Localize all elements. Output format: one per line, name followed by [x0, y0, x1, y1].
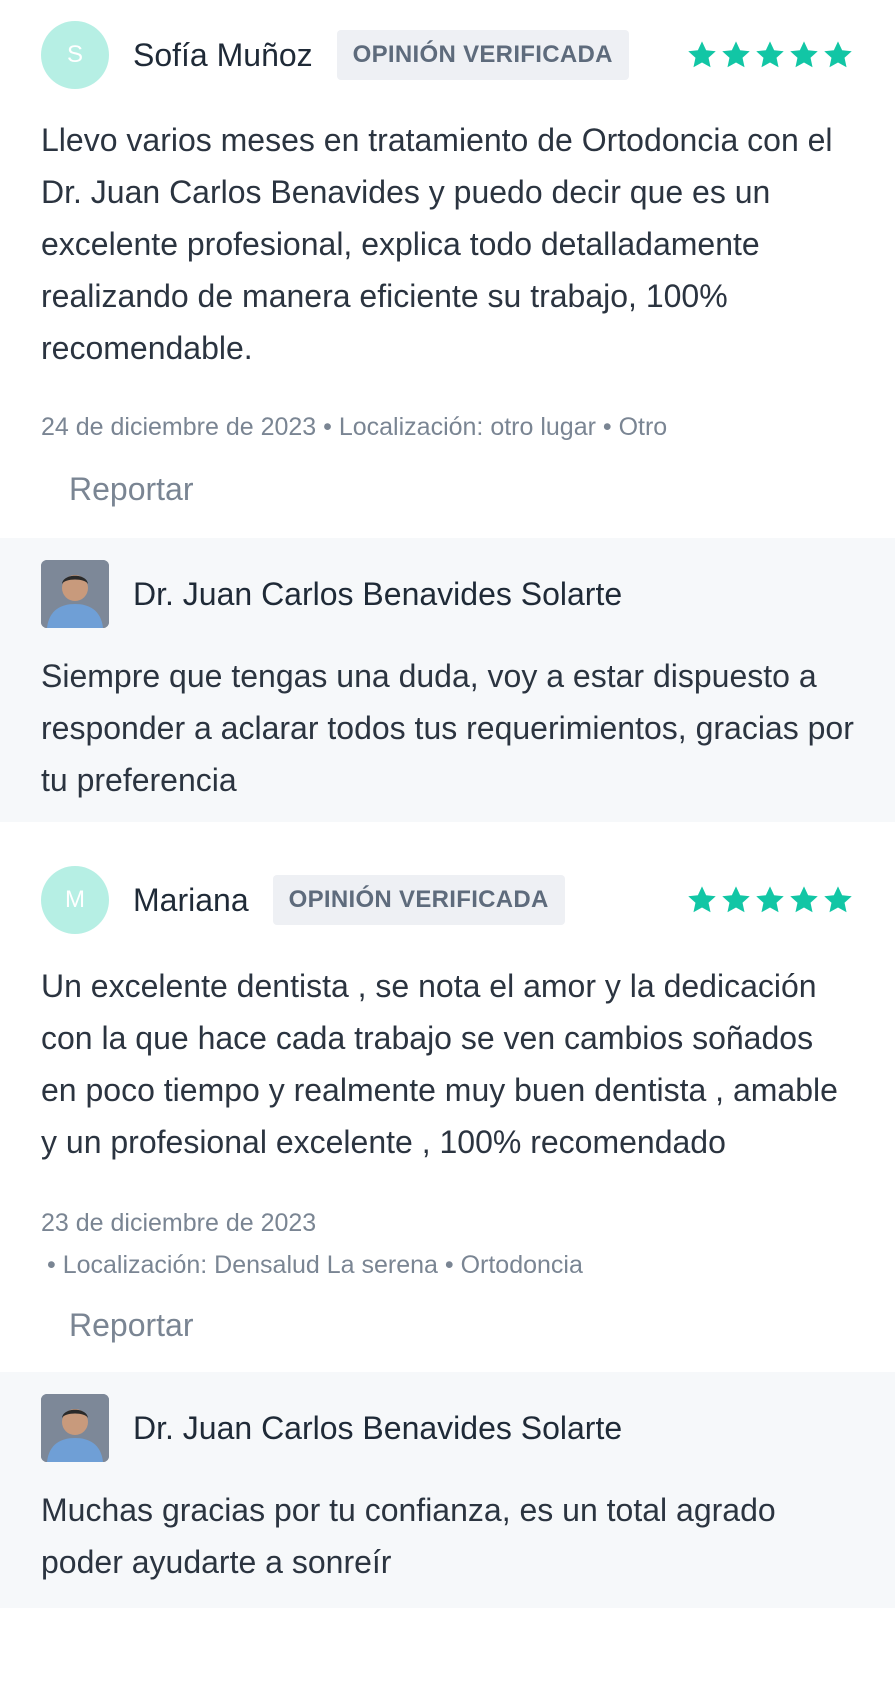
doctor-avatar	[41, 560, 109, 628]
star-icon	[722, 41, 750, 68]
review-author: Sofía Muñoz	[133, 36, 313, 73]
review-header: S Sofía Muñoz OPINIÓN VERIFICADA	[41, 19, 854, 91]
report-link[interactable]: Reportar	[69, 471, 194, 508]
reply-author: Dr. Juan Carlos Benavides Solarte	[133, 575, 623, 612]
review-text: Un excelente dentista , se nota el amor …	[41, 968, 838, 1160]
doctor-avatar	[41, 1394, 109, 1462]
doctor-photo-icon	[41, 560, 109, 628]
avatar: M	[41, 866, 109, 934]
doctor-reply: Dr. Juan Carlos Benavides Solarte Muchas…	[0, 1372, 895, 1608]
review-text: Llevo varios meses en tratamiento de Ort…	[41, 122, 833, 366]
review-meta: 23 de diciembre de 2023	[41, 1209, 317, 1237]
star-icon	[688, 41, 716, 68]
star-icon	[756, 886, 784, 913]
verified-badge: OPINIÓN VERIFICADA	[272, 875, 565, 925]
review-card: S Sofía Muñoz OPINIÓN VERIFICADA Llevo v…	[0, 0, 895, 530]
star-rating	[686, 39, 854, 71]
star-rating	[686, 884, 854, 916]
star-icon	[790, 41, 818, 68]
review-author: Mariana	[133, 881, 249, 918]
review-meta: 24 de diciembre de 2023 • Localización: …	[41, 413, 668, 441]
star-icon	[688, 886, 716, 913]
review-card: M Mariana OPINIÓN VERIFICADA Un excelent…	[0, 822, 895, 1364]
review-header: M Mariana OPINIÓN VERIFICADA	[41, 864, 854, 936]
doctor-reply: Dr. Juan Carlos Benavides Solarte Siempr…	[0, 538, 895, 822]
review-meta-location: • Localización: Densalud La serena • Ort…	[47, 1251, 583, 1279]
star-icon	[722, 886, 750, 913]
reply-author: Dr. Juan Carlos Benavides Solarte	[133, 1409, 623, 1446]
report-link[interactable]: Reportar	[69, 1307, 194, 1344]
reply-header: Dr. Juan Carlos Benavides Solarte	[41, 560, 854, 628]
reply-header: Dr. Juan Carlos Benavides Solarte	[41, 1394, 854, 1462]
star-icon	[756, 41, 784, 68]
reply-text: Siempre que tengas una duda, voy a estar…	[41, 658, 854, 798]
star-icon	[824, 886, 852, 913]
star-icon	[790, 886, 818, 913]
reply-text: Muchas gracias por tu confianza, es un t…	[41, 1492, 776, 1580]
star-icon	[824, 41, 852, 68]
avatar: S	[41, 21, 109, 89]
doctor-photo-icon	[41, 1394, 109, 1462]
verified-badge: OPINIÓN VERIFICADA	[336, 30, 629, 80]
